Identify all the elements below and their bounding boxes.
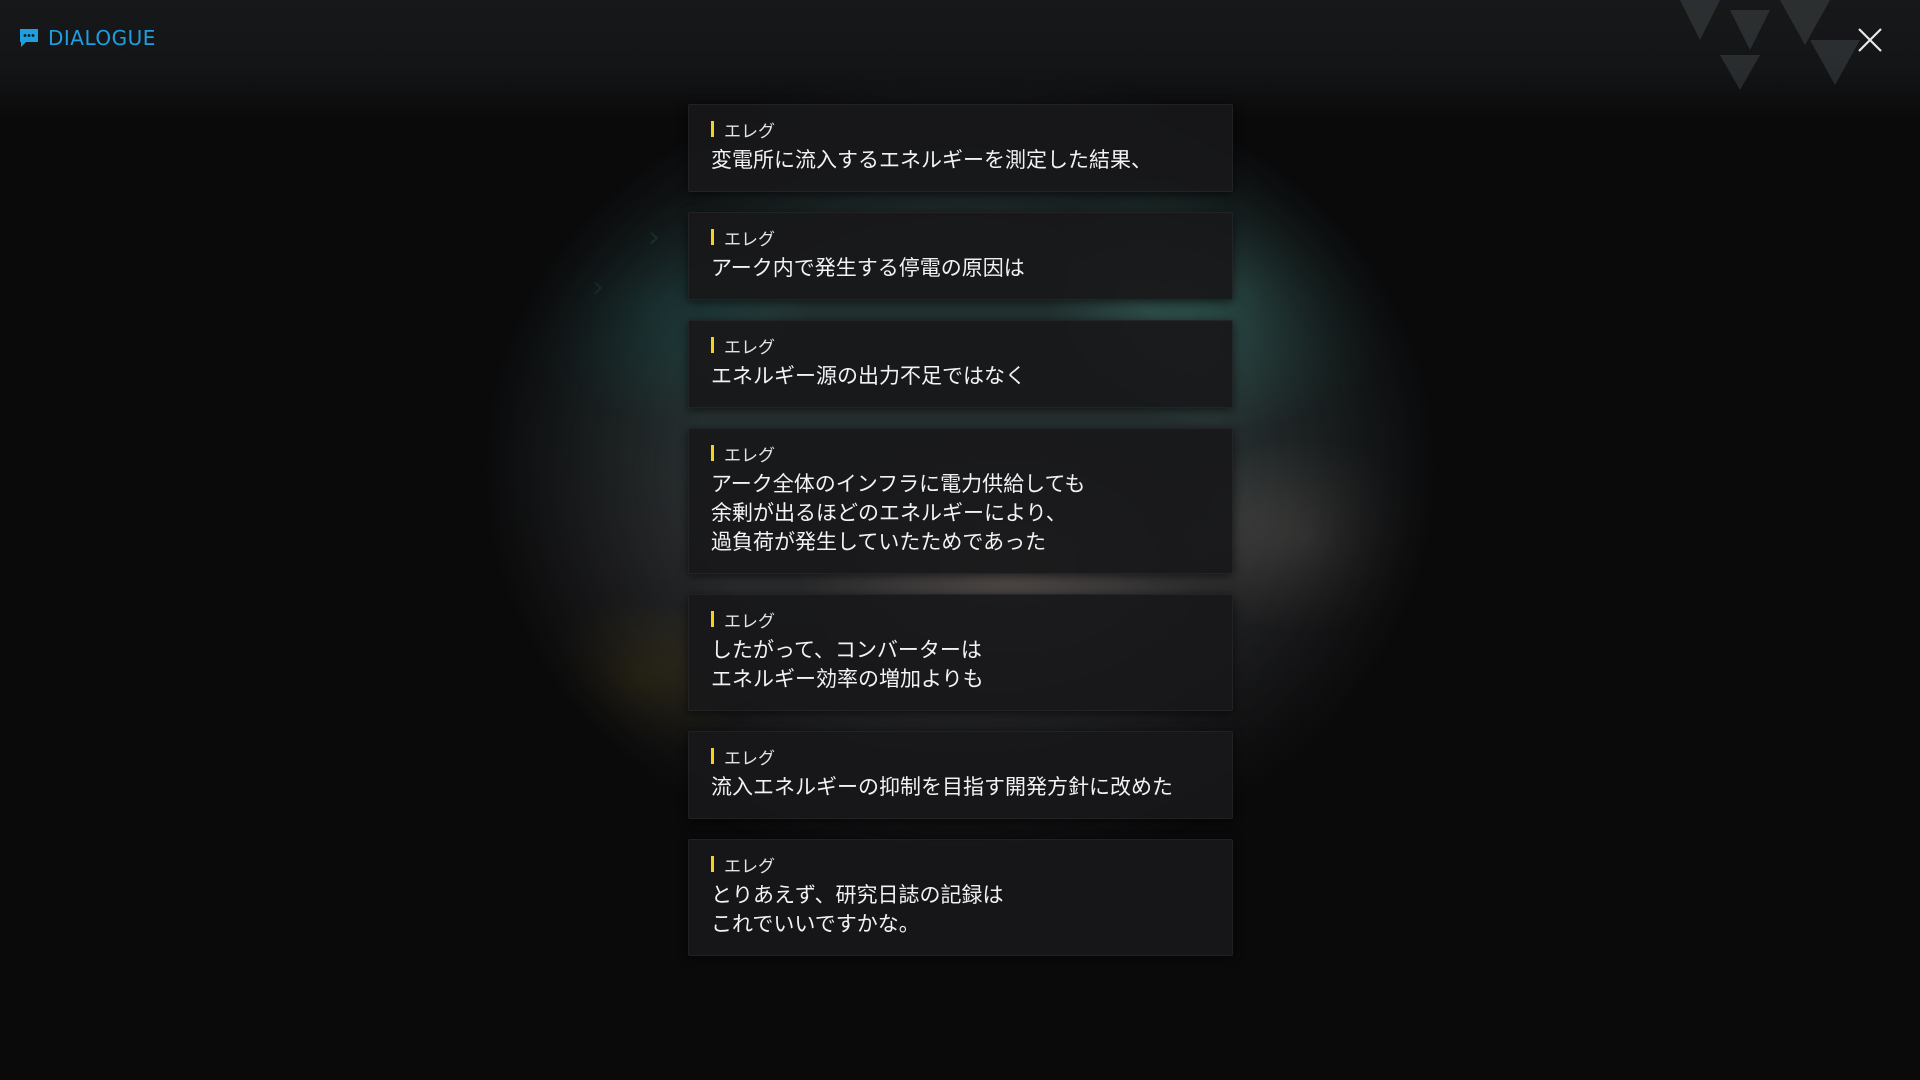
dialogue-line: 過負荷が発生していたためであった [711,530,1047,554]
speaker-name: エレグ [724,229,775,250]
speaker-marker [711,337,714,353]
dialogue-line: 変電所に流入するエネルギーを測定した結果、 [711,148,1152,172]
chevron-right-icon: › [592,270,604,305]
dialogue-entry: エレグ エネルギー源の出力不足ではなく [688,320,1233,408]
dialogue-line: したがって、コンバーターは [711,638,982,662]
speaker-tag: エレグ [711,853,1210,877]
speaker-marker [711,445,714,461]
dialogue-line: アーク内で発生する停電の原因は [711,256,1025,280]
dialogue-entry: エレグ アーク全体のインフラに電力供給しても 余剰が出るほどのエネルギーにより、… [688,428,1233,574]
speaker-name: エレグ [724,445,775,466]
chevron-right-icon: › [648,220,660,255]
speaker-tag: エレグ [711,745,1210,769]
dialogue-entry: エレグ とりあえず、研究日誌の記録は これでいいですかな。 [688,839,1233,956]
speaker-name: エレグ [724,121,775,142]
close-icon[interactable] [1854,24,1886,56]
speaker-marker [711,229,714,245]
speaker-name: エレグ [724,611,775,632]
dialogue-entry: エレグ 変電所に流入するエネルギーを測定した結果、 [688,104,1233,192]
dialogue-line: 余剰が出るほどのエネルギーにより、 [711,501,1067,525]
speaker-tag: エレグ [711,118,1210,142]
dialogue-entry: エレグ アーク内で発生する停電の原因は [688,212,1233,300]
dialogue-log-screen: › › › DIALOGUE エレグ 変電所に流入するエネルギーを測定した結果、… [0,0,1920,1080]
speaker-tag: エレグ [711,442,1210,466]
speaker-name: エレグ [724,856,775,877]
chat-bubble-icon [20,29,38,47]
dialogue-line: とりあえず、研究日誌の記録は [711,883,1004,907]
dialogue-line: 流入エネルギーの抑制を目指す開発方針に改めた [711,775,1173,799]
dialogue-header: DIALOGUE [18,26,156,50]
dialogue-entry: エレグ したがって、コンバーターは エネルギー効率の増加よりも [688,594,1233,711]
speaker-marker [711,856,714,872]
speaker-tag: エレグ [711,334,1210,358]
page-title: DIALOGUE [48,26,156,50]
decorative-pattern-icon [1680,0,1860,90]
speaker-tag: エレグ [711,226,1210,250]
speaker-marker [711,748,714,764]
speaker-name: エレグ [724,337,775,358]
chevron-right-icon: › [592,168,604,203]
dialogue-entry: エレグ 流入エネルギーの抑制を目指す開発方針に改めた [688,731,1233,819]
dialogue-line: これでいいですかな。 [711,912,920,936]
speaker-marker [711,611,714,627]
top-bar: DIALOGUE [0,0,1920,120]
dialogue-log-list[interactable]: エレグ 変電所に流入するエネルギーを測定した結果、 エレグ アーク内で発生する停… [688,104,1233,976]
dialogue-line: エネルギー源の出力不足ではなく [711,364,1026,388]
speaker-name: エレグ [724,748,775,769]
speaker-tag: エレグ [711,608,1210,632]
speaker-marker [711,121,714,137]
dialogue-line: エネルギー効率の増加よりも [711,667,984,691]
dialogue-line: アーク全体のインフラに電力供給しても [711,472,1086,496]
